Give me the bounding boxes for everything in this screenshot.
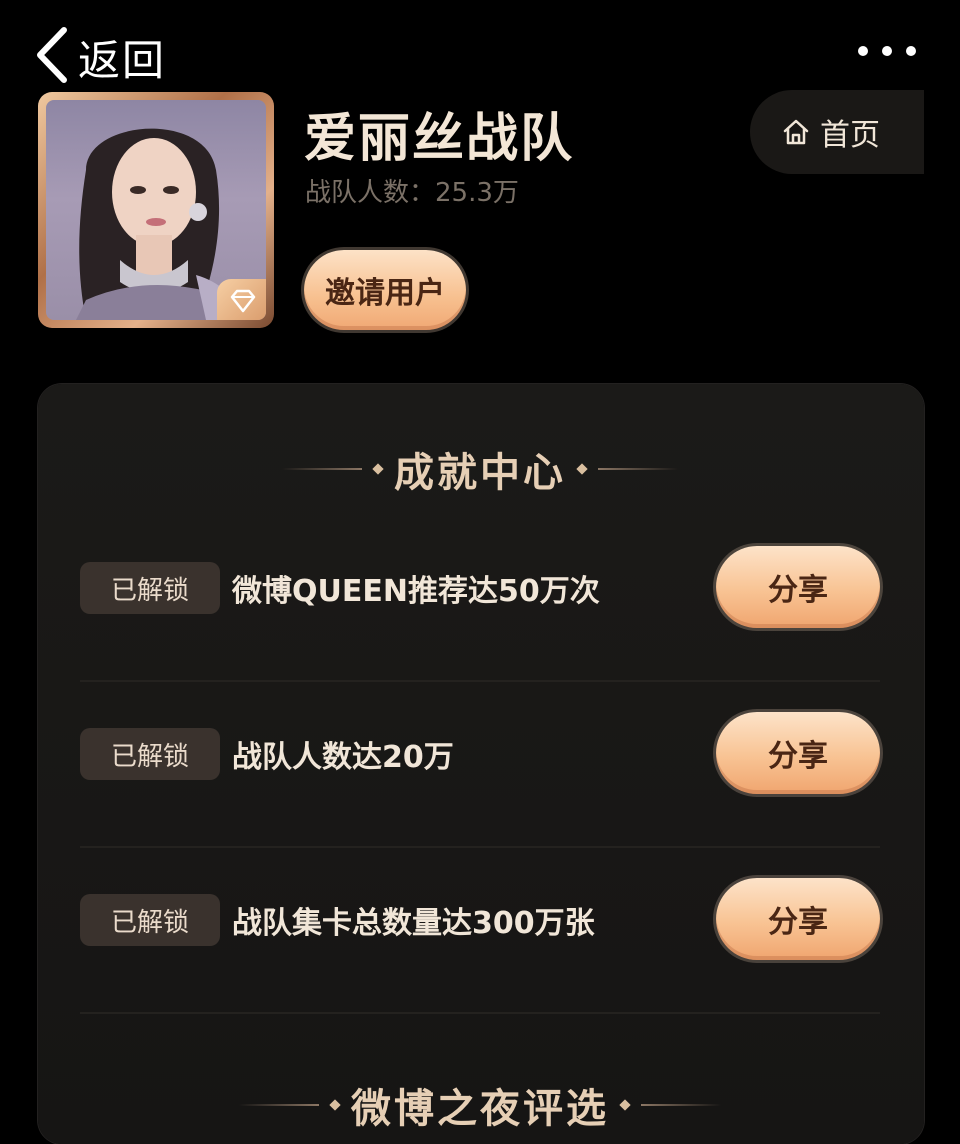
diamond-dot-icon [619, 1099, 631, 1111]
diamond-dot-icon [372, 463, 384, 475]
team-name: 爱丽丝战队 [304, 109, 575, 169]
member-count-value: 25.3万 [435, 178, 519, 208]
achievement-row: 已解锁 微博QUEEN推荐达50万次 分享 [80, 516, 880, 682]
share-button[interactable]: 分享 [716, 546, 880, 628]
section-title-text: 成就中心 [394, 450, 566, 496]
achievement-section-title: 成就中心 [0, 440, 960, 498]
back-label: 返回 [78, 35, 167, 85]
share-button[interactable]: 分享 [716, 878, 880, 960]
home-button[interactable]: 首页 [750, 90, 924, 174]
divider [598, 468, 678, 470]
invite-user-button[interactable]: 邀请用户 [304, 250, 466, 330]
team-avatar[interactable] [38, 92, 274, 328]
diamond-dot-icon [576, 463, 588, 475]
unlocked-badge: 已解锁 [80, 562, 220, 614]
unlocked-badge: 已解锁 [80, 728, 220, 780]
achievement-row: 已解锁 战队人数达20万 分享 [80, 682, 880, 848]
back-button[interactable]: 返回 [34, 26, 166, 88]
home-icon [782, 118, 810, 146]
chevron-left-icon [34, 26, 70, 88]
divider [282, 468, 362, 470]
share-button[interactable]: 分享 [716, 712, 880, 794]
more-options-button[interactable] [858, 46, 916, 56]
divider [239, 1104, 319, 1106]
section-title-text: 微博之夜评选 [351, 1086, 609, 1132]
diamond-dot-icon [329, 1099, 341, 1111]
member-count-label: 战队人数： [305, 178, 436, 208]
achievement-text: 战队集卡总数量达300万张 [232, 906, 595, 941]
home-label: 首页 [820, 118, 880, 153]
team-avatar-image [46, 100, 266, 320]
weibo-night-section-title: 微博之夜评选 [0, 1076, 960, 1134]
achievement-text: 微博QUEEN推荐达50万次 [232, 574, 600, 609]
team-member-count: 战队人数：25.3万 [305, 172, 519, 209]
achievement-text: 战队人数达20万 [232, 740, 454, 775]
diamond-icon [217, 279, 266, 320]
more-dots-icon [906, 46, 916, 56]
more-dots-icon [858, 46, 868, 56]
divider [641, 1104, 721, 1106]
achievement-row: 已解锁 战队集卡总数量达300万张 分享 [80, 848, 880, 1014]
more-dots-icon [882, 46, 892, 56]
unlocked-badge: 已解锁 [80, 894, 220, 946]
